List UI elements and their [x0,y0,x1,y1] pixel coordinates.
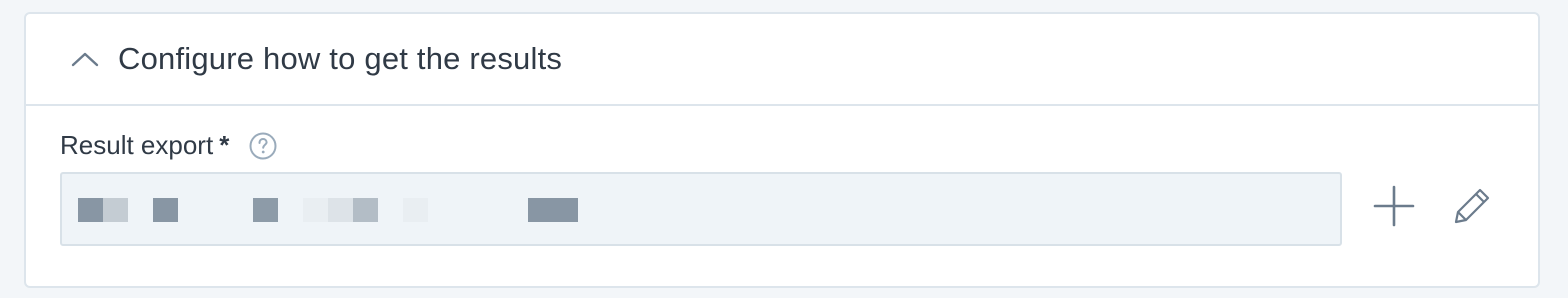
field-label: Result export [60,130,214,160]
section-body: Result export * [26,106,1538,288]
redacted-block [528,198,578,222]
field-label-row: Result export * [60,130,277,161]
required-marker: * [219,130,230,160]
result-export-field[interactable] [60,172,1342,246]
edit-button[interactable] [1444,180,1500,236]
chevron-up-icon[interactable] [70,44,100,74]
help-circle-icon[interactable] [249,132,277,160]
section-title: Configure how to get the results [118,41,563,76]
redacted-block [78,198,103,222]
redacted-block [253,198,278,222]
add-button[interactable] [1366,180,1422,236]
redacted-block [103,198,128,222]
redacted-block [353,198,378,222]
redacted-block [303,198,328,222]
results-config-panel: Configure how to get the results Result … [24,12,1540,288]
redacted-block [403,198,428,222]
plus-icon [1372,184,1416,233]
redacted-block [328,198,353,222]
section-header[interactable]: Configure how to get the results [26,14,1538,106]
redacted-block [153,198,178,222]
pencil-icon [1450,184,1494,233]
